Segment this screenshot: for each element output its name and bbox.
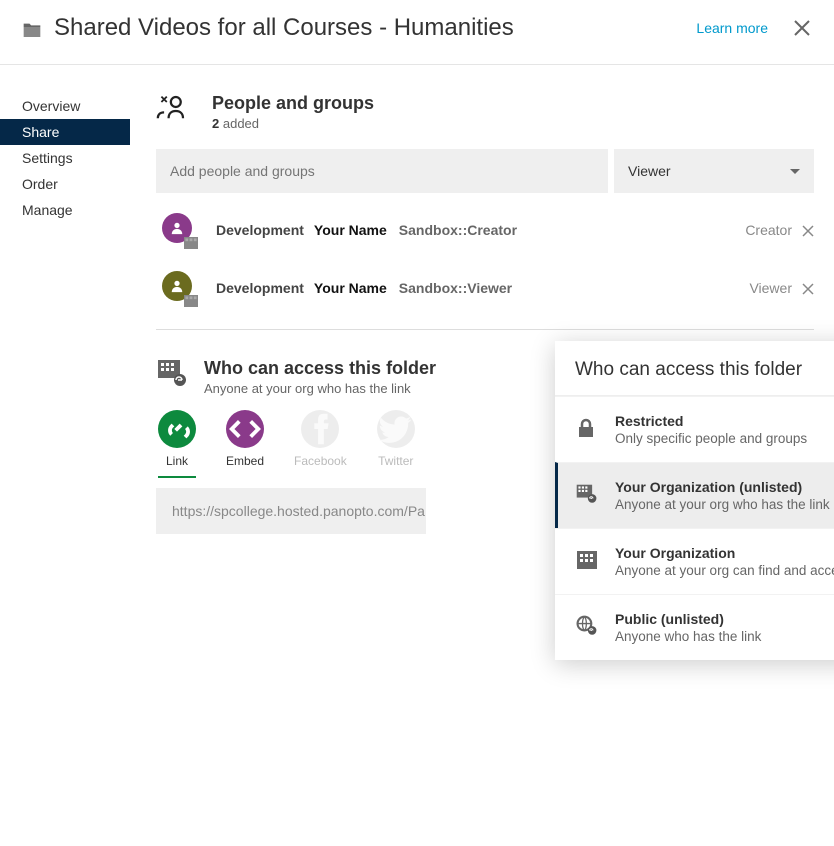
share-link-field[interactable]: https://spcollege.hosted.panopto.com/Pa: [156, 488, 426, 534]
building-link-icon: [156, 358, 190, 386]
access-section-sub: Anyone at your org who has the link: [204, 381, 436, 396]
header: Shared Videos for all Courses - Humaniti…: [0, 0, 834, 65]
sidebar-item-order[interactable]: Order: [0, 171, 130, 197]
sidebar-item-share[interactable]: Share: [0, 119, 130, 145]
twitter-icon: [377, 410, 415, 448]
person-row: Development Your Name Sandbox::Viewer Vi…: [156, 261, 814, 319]
link-icon: [158, 410, 196, 448]
access-section-title: Who can access this folder: [204, 358, 436, 379]
embed-icon: [226, 410, 264, 448]
globe-link-icon: [575, 615, 599, 637]
people-section-title: People and groups: [212, 93, 374, 114]
share-tab-link[interactable]: Link: [158, 410, 196, 478]
org-badge-icon: [184, 237, 198, 249]
person-org: Development: [216, 280, 304, 296]
add-people-input[interactable]: [156, 149, 608, 193]
person-name: Your Name: [314, 222, 387, 238]
avatar: [162, 271, 196, 305]
role-select[interactable]: Viewer: [614, 149, 814, 193]
divider: [156, 329, 814, 330]
option-sub: Anyone who has the link: [615, 629, 761, 644]
person-system: Sandbox::Creator: [399, 222, 517, 238]
lock-icon: [575, 417, 599, 439]
person-system: Sandbox::Viewer: [399, 280, 512, 296]
share-tab-twitter[interactable]: Twitter: [377, 410, 415, 468]
role-select-value: Viewer: [628, 163, 671, 179]
person-org: Development: [216, 222, 304, 238]
share-tab-label: Facebook: [294, 454, 347, 468]
remove-person-button[interactable]: [802, 224, 814, 236]
option-sub: Anyone at your org can find and access: [615, 563, 834, 578]
person-name: Your Name: [314, 280, 387, 296]
access-option-org-unlisted[interactable]: Your Organization (unlisted) Anyone at y…: [555, 462, 834, 528]
remove-person-button[interactable]: [802, 282, 814, 294]
option-label: Your Organization (unlisted): [615, 479, 830, 495]
building-icon: [575, 549, 599, 571]
option-sub: Anyone at your org who has the link: [615, 497, 830, 512]
page-title: Shared Videos for all Courses - Humaniti…: [54, 14, 696, 42]
close-button[interactable]: [792, 18, 812, 38]
share-tab-label: Link: [166, 454, 188, 468]
org-badge-icon: [184, 295, 198, 307]
option-label: Your Organization: [615, 545, 834, 561]
access-option-org[interactable]: Your Organization Anyone at your org can…: [555, 528, 834, 594]
person-row: Development Your Name Sandbox::Creator C…: [156, 203, 814, 261]
people-section-sub: 2 added: [212, 116, 374, 131]
access-popover: Who can access this folder Restricted On…: [555, 341, 834, 660]
sidebar-item-overview[interactable]: Overview: [0, 93, 130, 119]
share-tab-embed[interactable]: Embed: [226, 410, 264, 468]
sidebar: Overview Share Settings Order Manage: [0, 65, 130, 534]
person-role: Viewer: [749, 280, 792, 296]
share-tab-label: Embed: [226, 454, 264, 468]
add-people-row: Viewer: [156, 149, 814, 193]
share-tab-label: Twitter: [378, 454, 413, 468]
sidebar-item-settings[interactable]: Settings: [0, 145, 130, 171]
building-link-icon: [575, 483, 599, 505]
popover-title: Who can access this folder: [555, 341, 834, 396]
avatar: [162, 213, 196, 247]
access-option-restricted[interactable]: Restricted Only specific people and grou…: [555, 396, 834, 462]
people-section-head: People and groups 2 added: [156, 93, 814, 131]
chevron-down-icon: [790, 169, 800, 174]
people-icon: [156, 93, 192, 123]
folder-icon: [22, 22, 42, 38]
main-content: People and groups 2 added Viewer Develop…: [130, 65, 834, 534]
share-tab-facebook[interactable]: Facebook: [294, 410, 347, 468]
option-label: Public (unlisted): [615, 611, 761, 627]
facebook-icon: [301, 410, 339, 448]
option-sub: Only specific people and groups: [615, 431, 807, 446]
access-option-public-unlisted[interactable]: Public (unlisted) Anyone who has the lin…: [555, 594, 834, 660]
person-role: Creator: [745, 222, 792, 238]
sidebar-item-manage[interactable]: Manage: [0, 197, 130, 223]
option-label: Restricted: [615, 413, 807, 429]
learn-more-link[interactable]: Learn more: [696, 20, 768, 36]
